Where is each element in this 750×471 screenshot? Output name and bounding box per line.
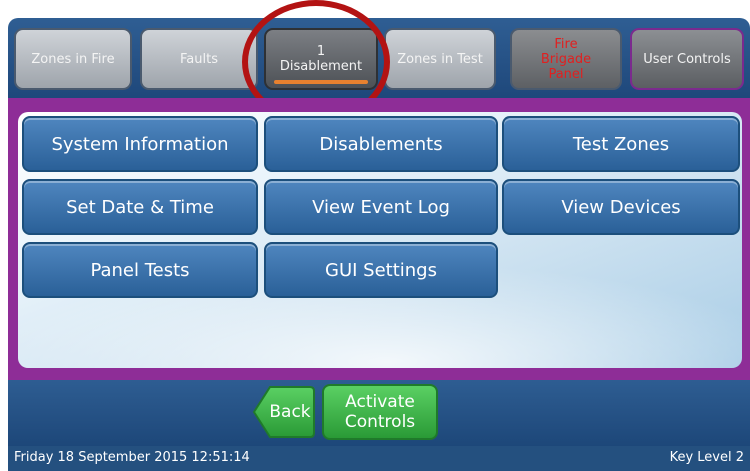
tab-fire-brigade-panel[interactable]: Fire Brigade Panel (510, 28, 622, 90)
tab-label: Disablement (279, 59, 363, 74)
tab-label: Faults (180, 51, 218, 67)
tab-zones-in-test[interactable]: Zones in Test (384, 28, 496, 90)
tab-faults[interactable]: Faults (140, 28, 258, 90)
panel-tests-button[interactable]: Panel Tests (22, 242, 258, 298)
tab-label: Zones in Fire (31, 51, 115, 67)
tab-user-controls[interactable]: User Controls (630, 28, 744, 90)
system-information-button[interactable]: System Information (22, 116, 258, 172)
set-date-time-button[interactable]: Set Date & Time (22, 179, 258, 235)
tab-label-line: Panel (548, 66, 584, 82)
tab-label: User Controls (643, 51, 731, 67)
activate-label-line: Activate (345, 392, 415, 412)
back-button[interactable]: Back (252, 385, 316, 439)
tab-label-line: Brigade (540, 51, 592, 67)
disablement-count: 1 (316, 44, 326, 59)
tab-disablement[interactable]: 1 Disablement (264, 28, 378, 90)
activate-controls-button[interactable]: Activate Controls (322, 384, 438, 440)
active-tab-indicator (274, 80, 368, 84)
tab-label: Zones in Test (397, 51, 483, 67)
status-key-level: Key Level 2 (669, 450, 744, 465)
activate-label-line: Controls (344, 412, 416, 432)
status-bar: Friday 18 September 2015 12:51:14 Key Le… (8, 446, 750, 471)
test-zones-button[interactable]: Test Zones (502, 116, 740, 172)
tab-label-line: Fire (554, 36, 578, 52)
back-label: Back (269, 402, 311, 422)
fire-panel-screen: Zones in Fire Faults 1 Disablement Zones… (0, 0, 750, 471)
gui-settings-button[interactable]: GUI Settings (264, 242, 498, 298)
disablements-button[interactable]: Disablements (264, 116, 498, 172)
status-datetime: Friday 18 September 2015 12:51:14 (14, 450, 250, 465)
view-devices-button[interactable]: View Devices (502, 179, 740, 235)
view-event-log-button[interactable]: View Event Log (264, 179, 498, 235)
tab-zones-in-fire[interactable]: Zones in Fire (14, 28, 132, 90)
